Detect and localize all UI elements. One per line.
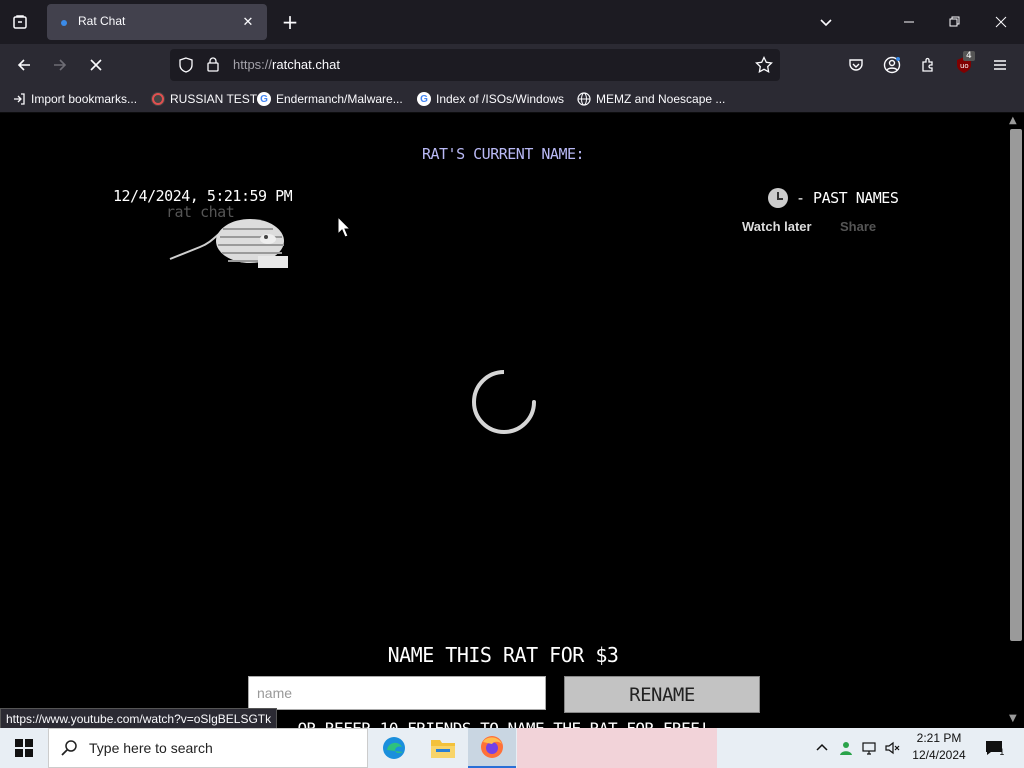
chevron-down-icon[interactable]	[816, 12, 836, 32]
navigation-toolbar: https://ratchat.chat uo 4	[0, 44, 1024, 86]
notification-count: 1	[999, 748, 1005, 758]
url-host: ratchat.chat	[272, 57, 340, 72]
bookmark-item[interactable]: G Endermanch/Malware...	[257, 90, 403, 108]
search-icon	[61, 740, 77, 756]
browser-tab[interactable]: Rat Chat ✕	[47, 4, 267, 40]
loading-dot-icon	[61, 20, 67, 26]
shield-icon[interactable]	[178, 57, 194, 77]
bookmark-item[interactable]: RUSSIAN TEST	[151, 90, 257, 108]
bookmarks-toolbar: Import bookmarks... RUSSIAN TEST G Ender…	[0, 86, 1024, 113]
past-names-link[interactable]: - PAST NAMES	[768, 188, 899, 208]
globe-icon	[577, 92, 591, 106]
ublock-origin-icon[interactable]: uo 4	[950, 51, 978, 79]
back-arrow-icon[interactable]	[10, 51, 38, 79]
rename-button[interactable]: RENAME	[564, 676, 760, 713]
watch-later-button[interactable]: Watch later	[742, 219, 812, 234]
file-explorer-icon[interactable]	[419, 728, 467, 768]
page-scrollbar[interactable]: ▲ ▼	[1006, 113, 1024, 728]
site-favicon-icon	[151, 92, 165, 106]
taskbar-search-box[interactable]: Type here to search	[48, 728, 368, 768]
pocket-icon[interactable]	[842, 51, 870, 79]
notification-center-icon[interactable]: 1	[982, 738, 1006, 758]
google-icon: G	[417, 92, 431, 106]
extensions-puzzle-icon[interactable]	[914, 51, 942, 79]
forward-arrow-icon[interactable]	[46, 51, 74, 79]
bookmark-item[interactable]: MEMZ and Noescape ...	[577, 90, 725, 108]
past-names-label: - PAST NAMES	[796, 189, 899, 207]
account-icon[interactable]	[878, 51, 906, 79]
loading-spinner-icon	[472, 369, 536, 434]
google-icon: G	[257, 92, 271, 106]
close-tab-icon[interactable]: ✕	[237, 11, 259, 33]
current-name-label: RAT'S CURRENT NAME:	[421, 145, 585, 163]
share-button[interactable]: Share	[840, 219, 876, 234]
link-status-tooltip: https://www.youtube.com/watch?v=oSlgBELS…	[0, 708, 278, 730]
scroll-thumb[interactable]	[1010, 129, 1022, 641]
scroll-down-arrow-icon[interactable]: ▼	[1009, 713, 1017, 724]
restore-icon[interactable]	[941, 8, 969, 36]
import-icon	[12, 92, 26, 106]
windows-taskbar: Type here to search 2:21 PM 12/4/2024 1	[0, 728, 1024, 768]
firefox-icon[interactable]	[468, 728, 516, 768]
windows-start-icon[interactable]	[0, 728, 48, 768]
taskbar-empty-area	[517, 728, 717, 768]
new-tab-icon[interactable]: +	[278, 10, 302, 34]
bookmark-label: MEMZ and Noescape ...	[596, 92, 726, 106]
clock-time: 2:21 PM	[916, 731, 962, 745]
address-bar[interactable]: https://ratchat.chat	[170, 49, 780, 81]
bookmark-star-icon[interactable]	[755, 55, 773, 78]
speaker-muted-icon[interactable]	[883, 738, 903, 758]
search-placeholder: Type here to search	[89, 740, 213, 756]
lock-icon[interactable]	[206, 56, 220, 76]
mouse-cursor-icon	[337, 215, 352, 242]
clock-date: 12/4/2024	[912, 748, 966, 762]
name-rat-heading: NAME THIS RAT FOR $3	[387, 643, 619, 667]
close-window-icon[interactable]	[987, 8, 1015, 36]
bookmark-label: RUSSIAN TEST	[170, 92, 258, 106]
network-icon[interactable]	[860, 738, 880, 758]
bookmark-label: Import bookmarks...	[31, 92, 138, 106]
url-text[interactable]: https://ratchat.chat	[233, 57, 340, 72]
url-scheme: https://	[233, 57, 273, 72]
rat-image	[168, 211, 290, 271]
scroll-up-arrow-icon[interactable]: ▲	[1009, 115, 1017, 126]
bookmark-label: Endermanch/Malware...	[276, 92, 403, 106]
browser-titlebar: Rat Chat ✕ +	[0, 0, 1024, 44]
taskbar-clock[interactable]: 2:21 PM 12/4/2024	[904, 730, 974, 764]
svg-text:uo: uo	[960, 62, 969, 70]
minimize-icon[interactable]	[895, 8, 923, 36]
edge-browser-icon[interactable]	[370, 728, 418, 768]
bookmark-label: Index of /ISOs/Windows	[436, 92, 565, 106]
tab-list-icon[interactable]	[8, 10, 32, 34]
bookmark-item[interactable]: Import bookmarks...	[12, 90, 137, 108]
name-input[interactable]	[248, 676, 546, 710]
stop-loading-icon[interactable]	[82, 51, 110, 79]
menu-hamburger-icon[interactable]	[986, 51, 1014, 79]
tab-title: Rat Chat	[78, 14, 126, 28]
clock-icon	[768, 188, 788, 208]
bookmark-item[interactable]: G Index of /ISOs/Windows	[417, 90, 564, 108]
people-icon[interactable]	[836, 738, 856, 758]
extension-badge: 4	[963, 51, 975, 61]
web-page-content: RAT'S CURRENT NAME: 12/4/2024, 5:21:59 P…	[0, 113, 1006, 728]
show-hidden-icons-chevron-icon[interactable]	[812, 738, 832, 758]
